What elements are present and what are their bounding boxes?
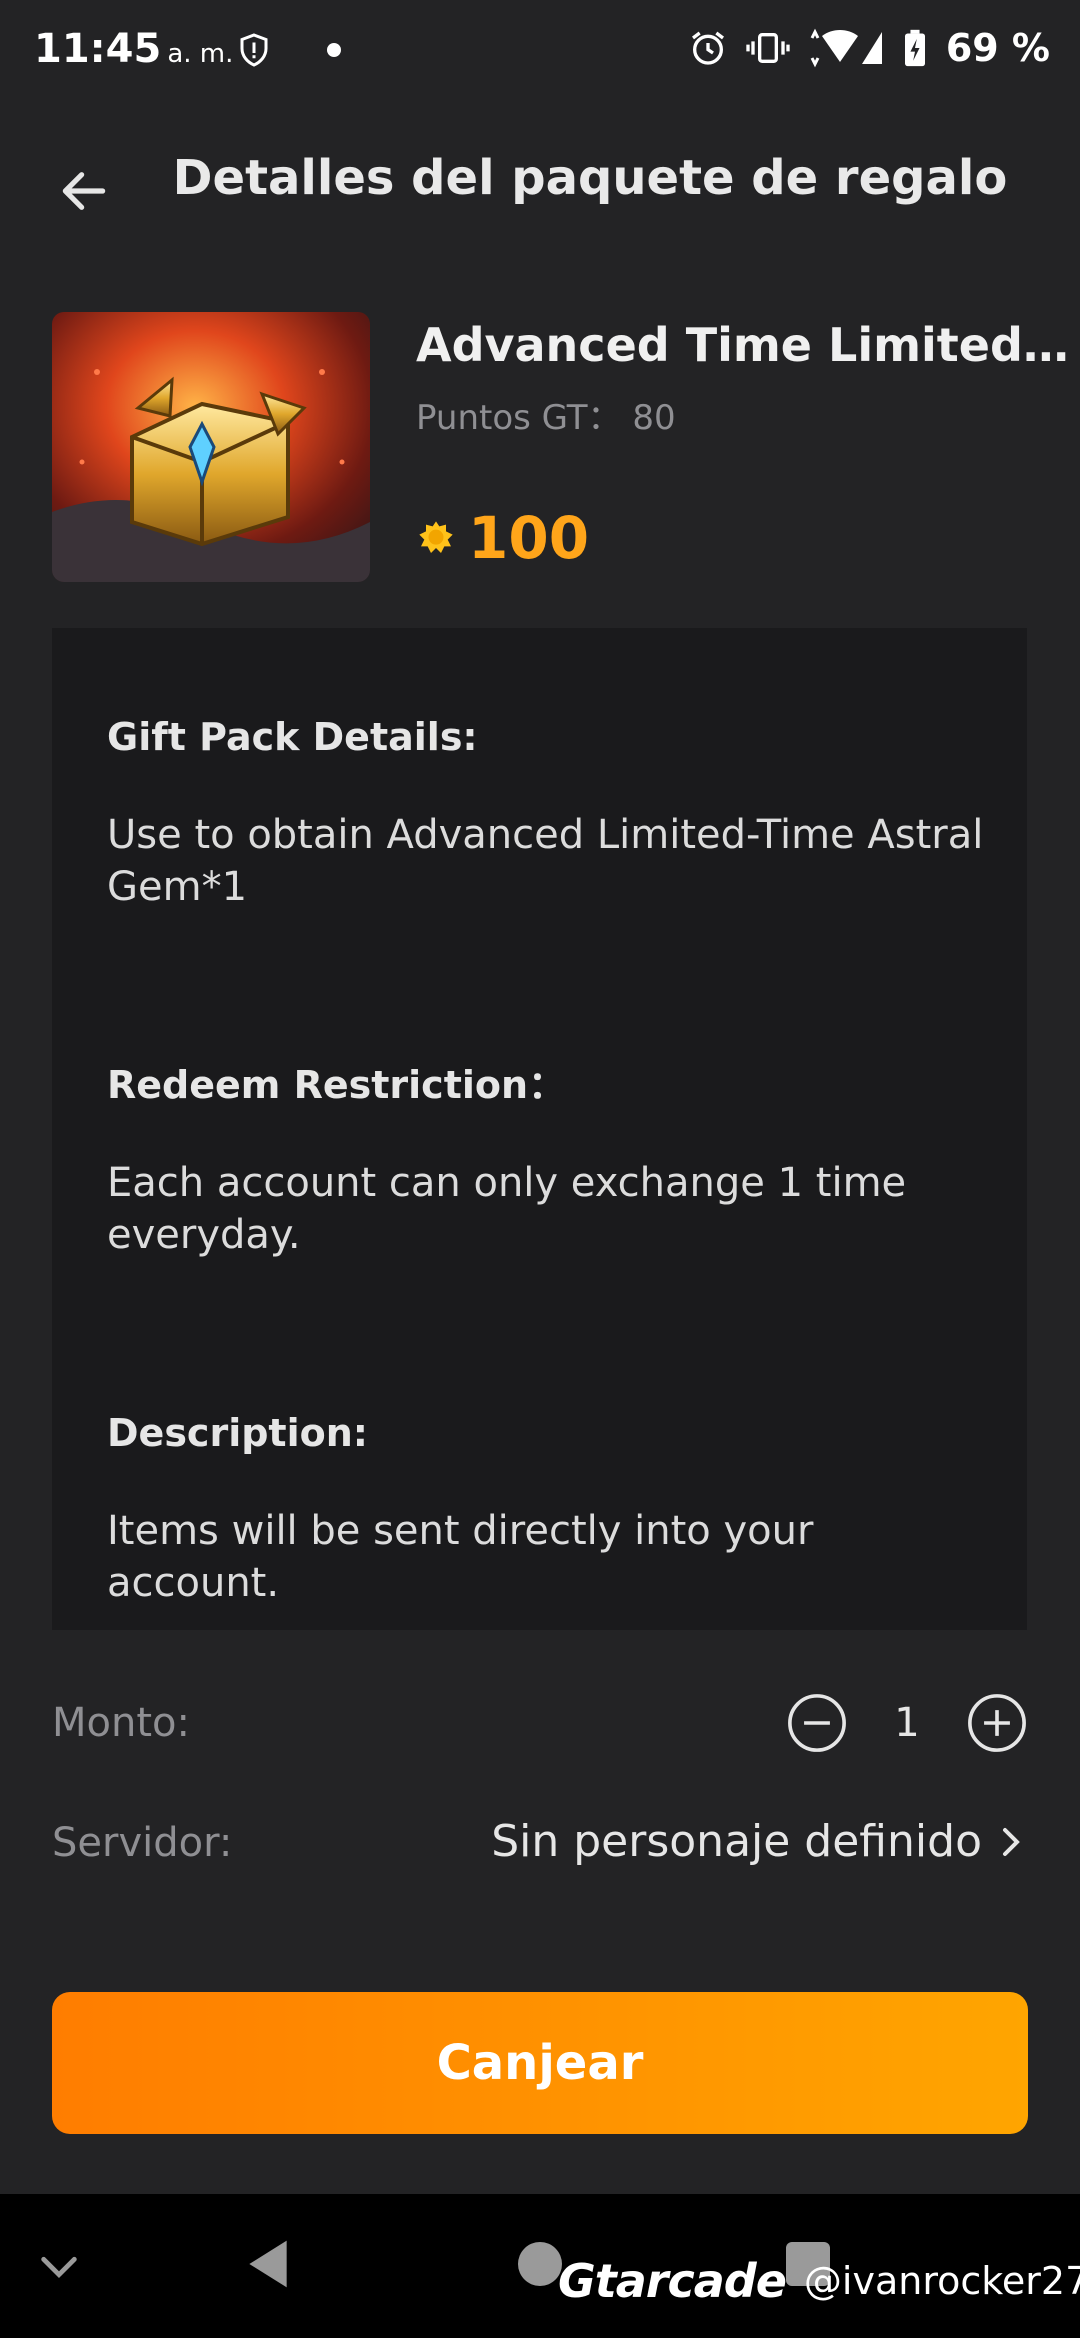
back-button[interactable] [48,155,120,227]
gt-points: Puntos GT： 80 [416,398,676,438]
battery-icon [904,29,925,67]
gift-details-panel[interactable]: Gift Pack Details: Use to obtain Advance… [52,628,1027,1630]
gift-details-text: Use to obtain Advanced Limited-Time Astr… [107,812,984,910]
gift-details-heading: Gift Pack Details: [107,715,478,759]
increase-button[interactable] [966,1692,1028,1754]
gift-chest-image [52,312,370,582]
system-nav-bar: Gtarcade @ivanrocker27 [0,2194,1080,2338]
gtarcade-logo: Gtarcade [558,2254,787,2308]
vibrate-icon [746,33,790,63]
product-price: 100 [416,504,589,572]
gift-details-content: Gift Pack Details: Use to obtain Advance… [107,713,987,1609]
watermark-user: @ivanrocker27 [803,2259,1080,2303]
server-value: Sin personaje definido [491,1816,982,1867]
notification-dot-icon [327,43,341,57]
product-title: Advanced Time Limited A... [416,318,1076,372]
redeem-restriction-text: Each account can only exchange 1 time ev… [107,1160,907,1258]
nav-back-icon[interactable] [244,2236,292,2292]
server-label: Servidor: [52,1820,233,1866]
amount-label: Monto: [52,1700,190,1746]
watermark: Gtarcade @ivanrocker27 [558,2254,1080,2308]
page-title: Detalles del paquete de regalo [172,150,1008,206]
chevron-down-icon[interactable] [36,2244,82,2290]
battery-percent: 69 % [945,26,1050,70]
status-time-value: 11:45 [34,26,162,72]
price-value: 100 [468,504,590,572]
plus-circle-icon [968,1694,1026,1752]
redeem-button[interactable]: Canjear [52,1992,1028,2134]
chevron-right-icon [1003,1827,1020,1856]
quantity-stepper: 1 [786,1692,1028,1754]
shield-icon [240,33,268,67]
decrease-button[interactable] [786,1692,848,1754]
alarm-icon [691,31,724,65]
wifi-signal-icon [810,28,882,68]
status-bar: 11:45 a. m. 69 % [0,0,1080,100]
status-time: 11:45 a. m. [34,26,233,72]
coin-icon [419,521,453,553]
description-heading: Description: [107,1411,368,1455]
status-ampm: a. m. [167,39,234,69]
quantity-value: 1 [894,1700,920,1746]
app-header: Detalles del paquete de regalo [0,120,1080,250]
back-arrow-icon [62,172,106,210]
description-text: Items will be sent directly into your ac… [107,1508,814,1606]
product-summary: Advanced Time Limited A... Puntos GT： 80… [52,312,1076,582]
amount-row: Monto: 1 [52,1682,1028,1762]
status-icons: 69 % [688,26,1050,70]
server-row[interactable]: Servidor: Sin personaje definido [52,1802,1028,1882]
server-selector[interactable]: Sin personaje definido [491,1816,1028,1867]
nav-home-icon[interactable] [518,2242,562,2286]
redeem-restriction-heading: Redeem Restriction： [107,1063,567,1107]
minus-circle-icon [788,1694,846,1752]
